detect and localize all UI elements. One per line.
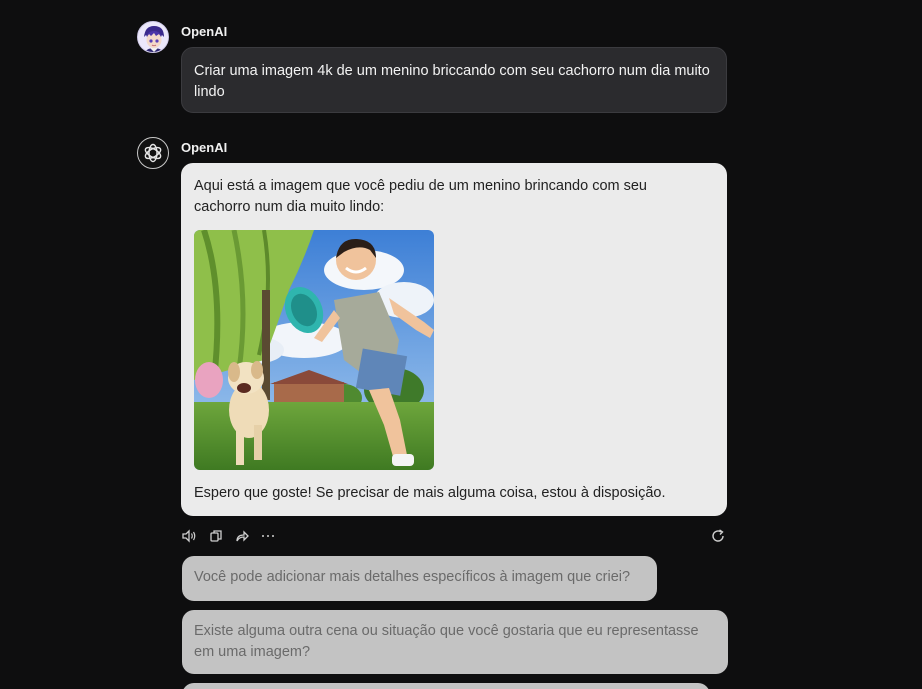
boy-dog-frisbee-picture bbox=[194, 230, 434, 470]
generated-image[interactable] bbox=[194, 230, 434, 470]
suggestion-chip[interactable]: Existe alguma outra cena ou situação que… bbox=[182, 610, 728, 674]
assistant-outro-text: Espero que goste! Se precisar de mais al… bbox=[194, 485, 666, 501]
copy-icon[interactable] bbox=[208, 528, 224, 544]
user-message-bubble: Criar uma imagem 4k de um menino briccan… bbox=[181, 47, 727, 113]
assistant-sender-name: OpenAI bbox=[181, 140, 228, 155]
assistant-message-bubble: Aqui está a imagem que você pediu de um … bbox=[181, 163, 727, 516]
openai-logo-icon bbox=[144, 143, 162, 163]
regenerate-icon[interactable] bbox=[710, 528, 726, 544]
anime-avatar-icon bbox=[138, 22, 168, 52]
message-actions-bar bbox=[181, 528, 727, 546]
chat-page: OpenAI Criar uma imagem 4k de um menino … bbox=[0, 0, 922, 689]
assistant-intro-text: Aqui está a imagem que você pediu de um … bbox=[194, 178, 647, 215]
speaker-icon[interactable] bbox=[181, 528, 197, 544]
assistant-avatar bbox=[137, 137, 169, 169]
suggestion-chip[interactable]: Você pode adicionar mais detalhes especí… bbox=[182, 556, 657, 601]
share-icon[interactable] bbox=[234, 528, 250, 544]
more-icon[interactable] bbox=[260, 528, 276, 544]
user-sender-name: OpenAI bbox=[181, 24, 228, 39]
suggestion-chip[interactable] bbox=[182, 683, 710, 689]
user-avatar bbox=[137, 21, 169, 53]
